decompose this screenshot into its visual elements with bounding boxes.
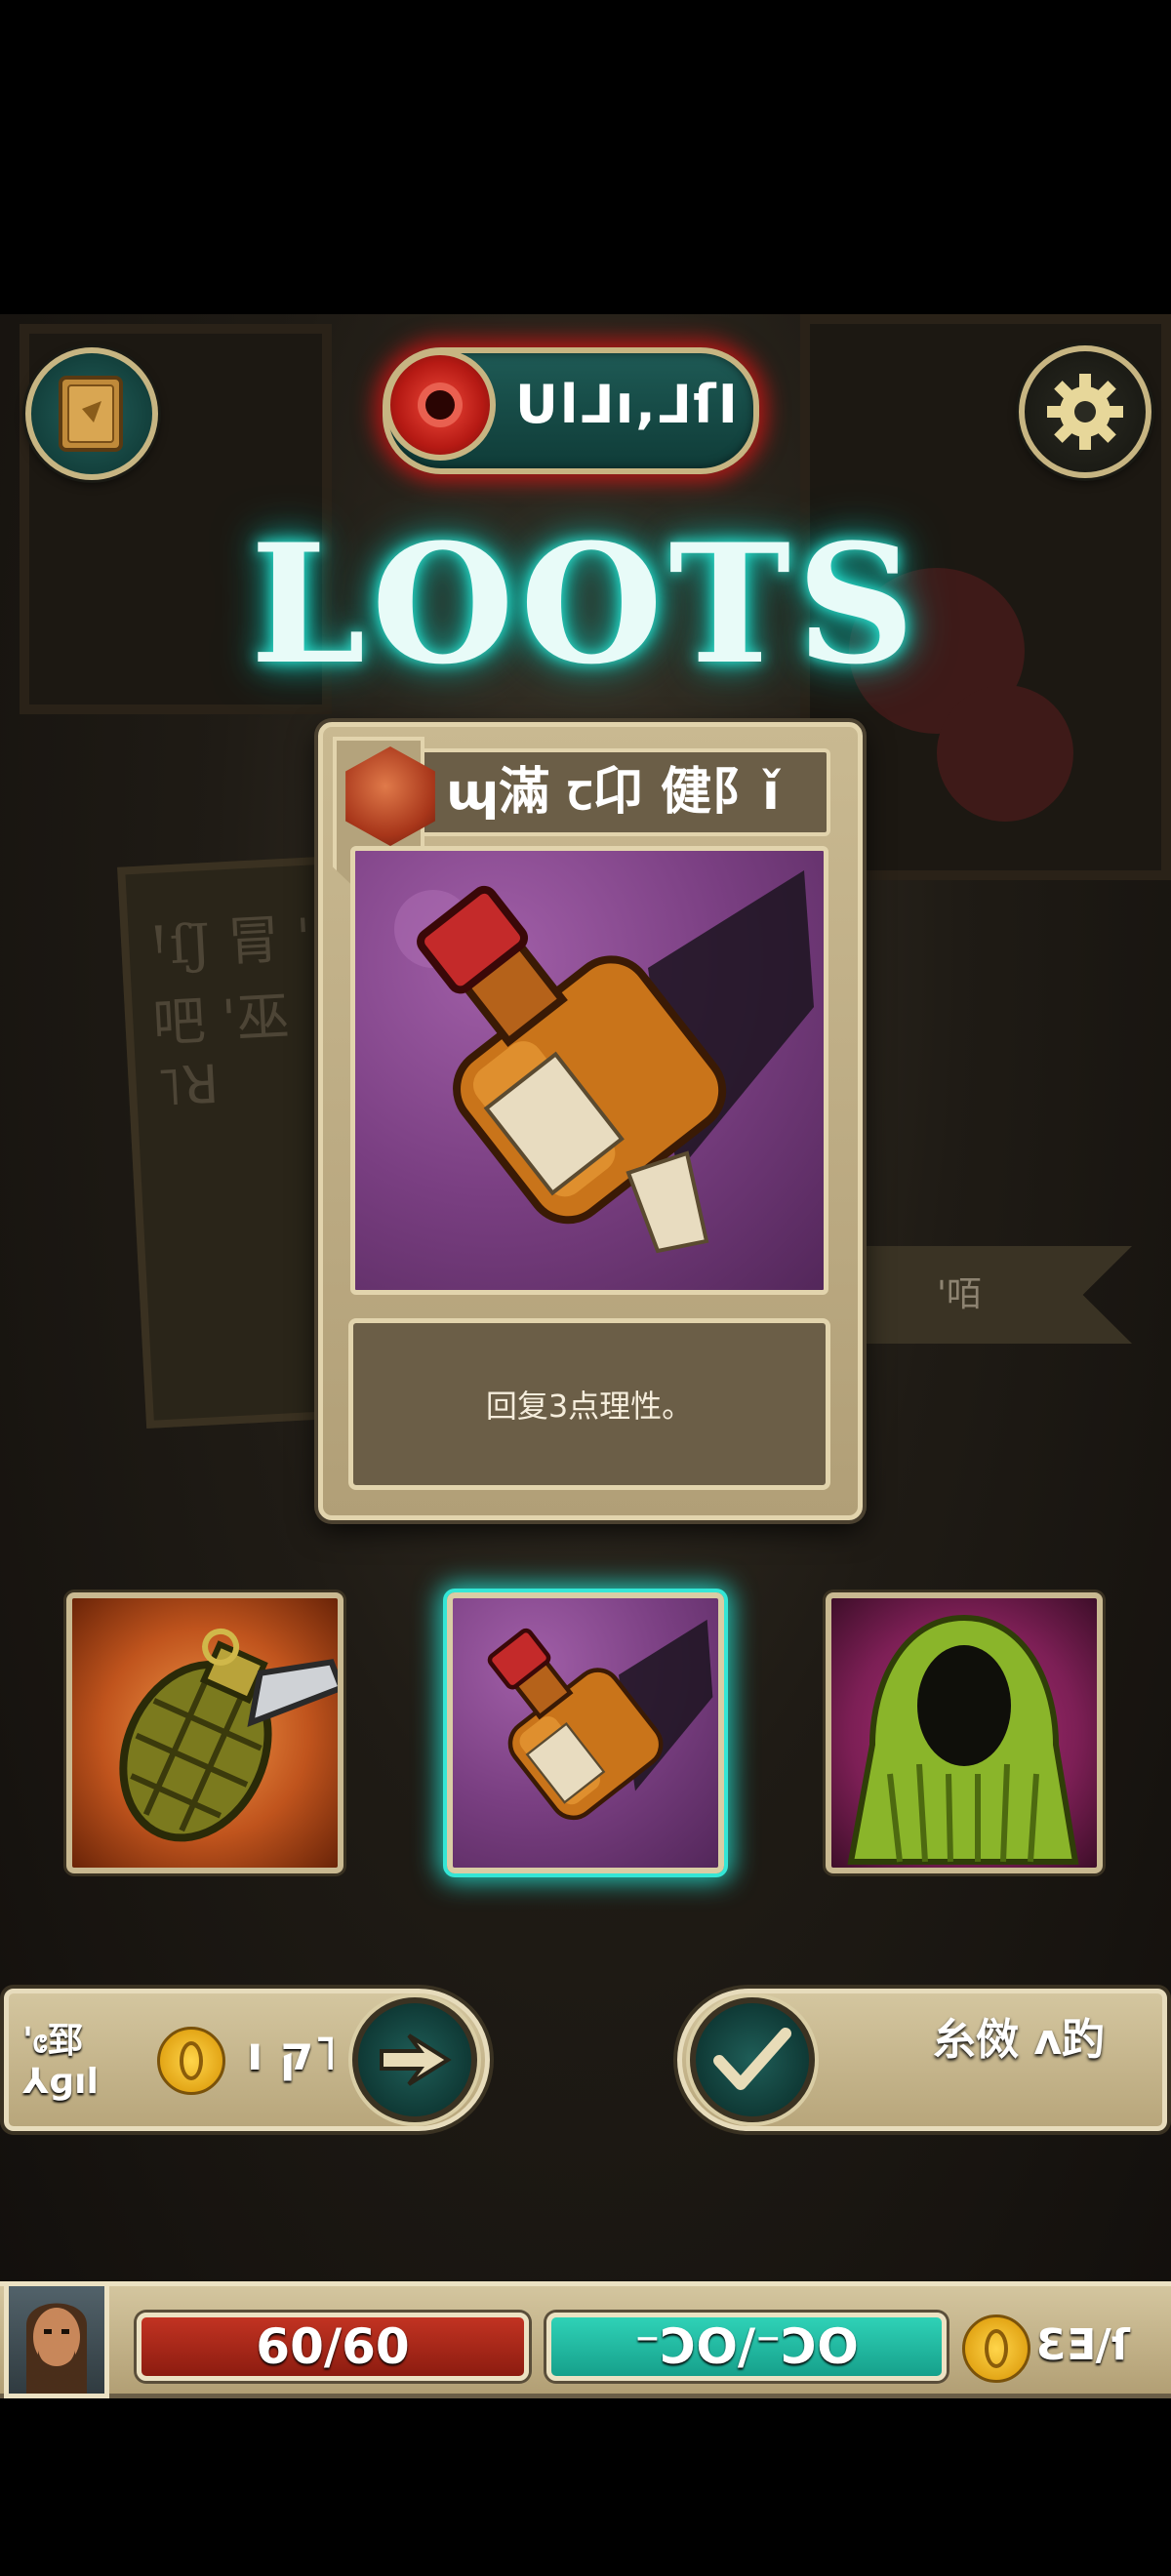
reroll-arrow-button[interactable] xyxy=(352,1997,477,2122)
hooded-figure-icon xyxy=(847,1614,1079,1865)
card-name: ɰ滿 ꞇ卬 健阝ǐ xyxy=(395,748,830,836)
avatar[interactable] xyxy=(4,2281,109,2398)
checkmark-icon xyxy=(713,2028,791,2090)
settings-button[interactable] xyxy=(1019,345,1151,478)
background-flag: ꞌ咟 xyxy=(859,1246,1132,1344)
gold-coin-icon xyxy=(962,2314,1030,2383)
grenade-icon xyxy=(119,1628,338,1842)
character-portrait-icon xyxy=(26,2303,87,2394)
coin-icon xyxy=(157,2027,225,2095)
card-art xyxy=(350,846,828,1295)
featured-loot-card[interactable]: ɰ滿 ꞇ卬 健阝ǐ 3 回复3点理性。 xyxy=(318,722,863,1520)
confirm-label: 糸傚 ʌ趵 xyxy=(933,2015,1105,2065)
arrow-right-icon xyxy=(380,2033,452,2086)
currency-value: Ul⅃ı,⅃ſI xyxy=(515,374,740,435)
reroll-button[interactable]: ꞌ᥋郅 ⅄ɡıl ı ק˥ xyxy=(4,1989,490,2131)
currency-display: Ul⅃ı,⅃ſI xyxy=(383,347,759,474)
loot-option-grenade[interactable] xyxy=(66,1592,343,1873)
journal-button[interactable] xyxy=(25,347,158,480)
screen-title: LOOTS xyxy=(250,507,921,701)
bottle-icon xyxy=(394,870,814,1254)
sanity-bar: ⁻ƆO/⁻ƆO xyxy=(546,2313,947,2381)
gold-amount: ƐƎ/ſ xyxy=(1036,2320,1130,2370)
confirm-check-button[interactable] xyxy=(690,1997,815,2122)
bottle-icon xyxy=(487,1619,713,1821)
reroll-cost: ı ק˥ xyxy=(247,2027,338,2081)
reroll-label: ꞌ᥋郅 ⅄ɡıl xyxy=(22,2021,99,2102)
background-decor xyxy=(937,685,1073,822)
gear-icon xyxy=(1047,374,1123,450)
book-icon xyxy=(59,376,123,452)
confirm-button[interactable]: 糸傚 ʌ趵 xyxy=(677,1989,1167,2131)
background-sign-text: ꞋſJ 冐 ꞌ吧 ꞌ巫 ˥ꓤ xyxy=(146,906,313,1119)
loot-option-bottle[interactable] xyxy=(447,1592,724,1873)
eye-orb-icon xyxy=(384,349,496,461)
card-description: 回复3点理性。 xyxy=(348,1318,830,1490)
loot-option-hooded-figure[interactable] xyxy=(826,1592,1103,1873)
hp-bar: 60/60 xyxy=(137,2313,529,2381)
